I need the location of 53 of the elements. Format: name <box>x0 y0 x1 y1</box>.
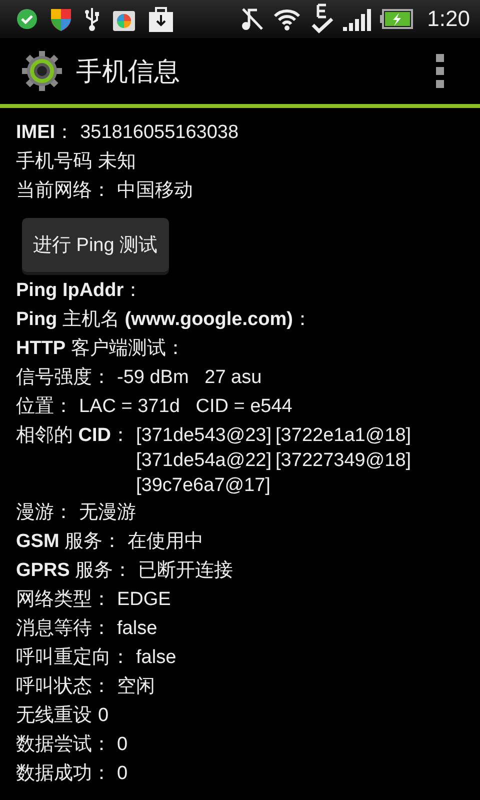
info-label: Ping IpAddr： <box>16 279 143 303</box>
cell-id-value: [3722e1a1@18] <box>276 424 412 448</box>
overflow-menu-icon[interactable] <box>436 54 444 88</box>
download-icon <box>148 5 174 33</box>
info-value: 已断开连接 <box>138 559 234 583</box>
info-label: 网络类型： <box>16 588 111 612</box>
info-label: 漫游： <box>16 501 73 525</box>
info-value: 0 <box>117 762 128 786</box>
info-label: 当前网络： <box>16 179 111 203</box>
info-value: 0 <box>117 733 128 757</box>
info-value: 0 <box>98 704 109 728</box>
clock-time: 1:20 <box>427 6 470 32</box>
signal-icon <box>343 7 372 31</box>
info-value: 在使用中 <box>128 530 204 554</box>
info-value: 351816055163038 <box>80 121 239 145</box>
info-value: 中国移动 <box>117 179 193 203</box>
info-value: 无漫游 <box>79 501 136 525</box>
info-label: 消息等待： <box>16 617 111 641</box>
info-label: HTTP 客户端测试： <box>16 337 185 361</box>
check-icon <box>16 8 38 30</box>
shield-icon <box>50 6 72 32</box>
info-label: GSM 服务： <box>16 530 122 554</box>
battery-charging-icon <box>380 9 414 29</box>
info-value: LAC = 371d CID = e544 <box>79 395 292 419</box>
cell-id-value: [371de543@23] <box>136 424 272 448</box>
info-label: IMEI： <box>16 121 74 145</box>
cell-id-value: [37227349@18] <box>276 449 412 473</box>
info-value: -59 dBm 27 asu <box>117 366 262 390</box>
cell-id-value: [371de54a@22] <box>136 449 272 473</box>
cell-id-value: [39c7e6a7@17] <box>136 474 270 498</box>
info-value: false <box>136 646 176 670</box>
info-label: GPRS 服务： <box>16 559 132 583</box>
info-label: Ping 主机名 (www.google.com)： <box>16 308 312 332</box>
info-label: 手机号码 <box>16 150 92 174</box>
gear-icon <box>22 51 62 91</box>
data-check-icon <box>310 3 334 35</box>
info-label: 呼叫重定向： <box>16 646 130 670</box>
info-label: 相邻的 CID： <box>16 424 130 448</box>
wifi-icon <box>273 7 302 31</box>
info-value: 空闲 <box>117 675 155 699</box>
info-label: 信号强度： <box>16 366 111 390</box>
info-label: 位置： <box>16 395 73 419</box>
muted-note-icon <box>240 6 264 32</box>
info-value: false <box>117 617 158 641</box>
info-label: 无线重设 <box>16 704 92 728</box>
info-value: EDGE <box>117 588 171 612</box>
app-title: 手机信息 <box>76 56 181 88</box>
info-label: 呼叫状态： <box>16 675 111 699</box>
info-value: 未知 <box>98 150 136 174</box>
ping-test-button[interactable]: 进行 Ping 测试 <box>22 218 169 272</box>
info-label: 数据尝试： <box>16 733 111 757</box>
usb-icon <box>84 6 100 32</box>
info-label: 数据成功： <box>16 762 111 786</box>
